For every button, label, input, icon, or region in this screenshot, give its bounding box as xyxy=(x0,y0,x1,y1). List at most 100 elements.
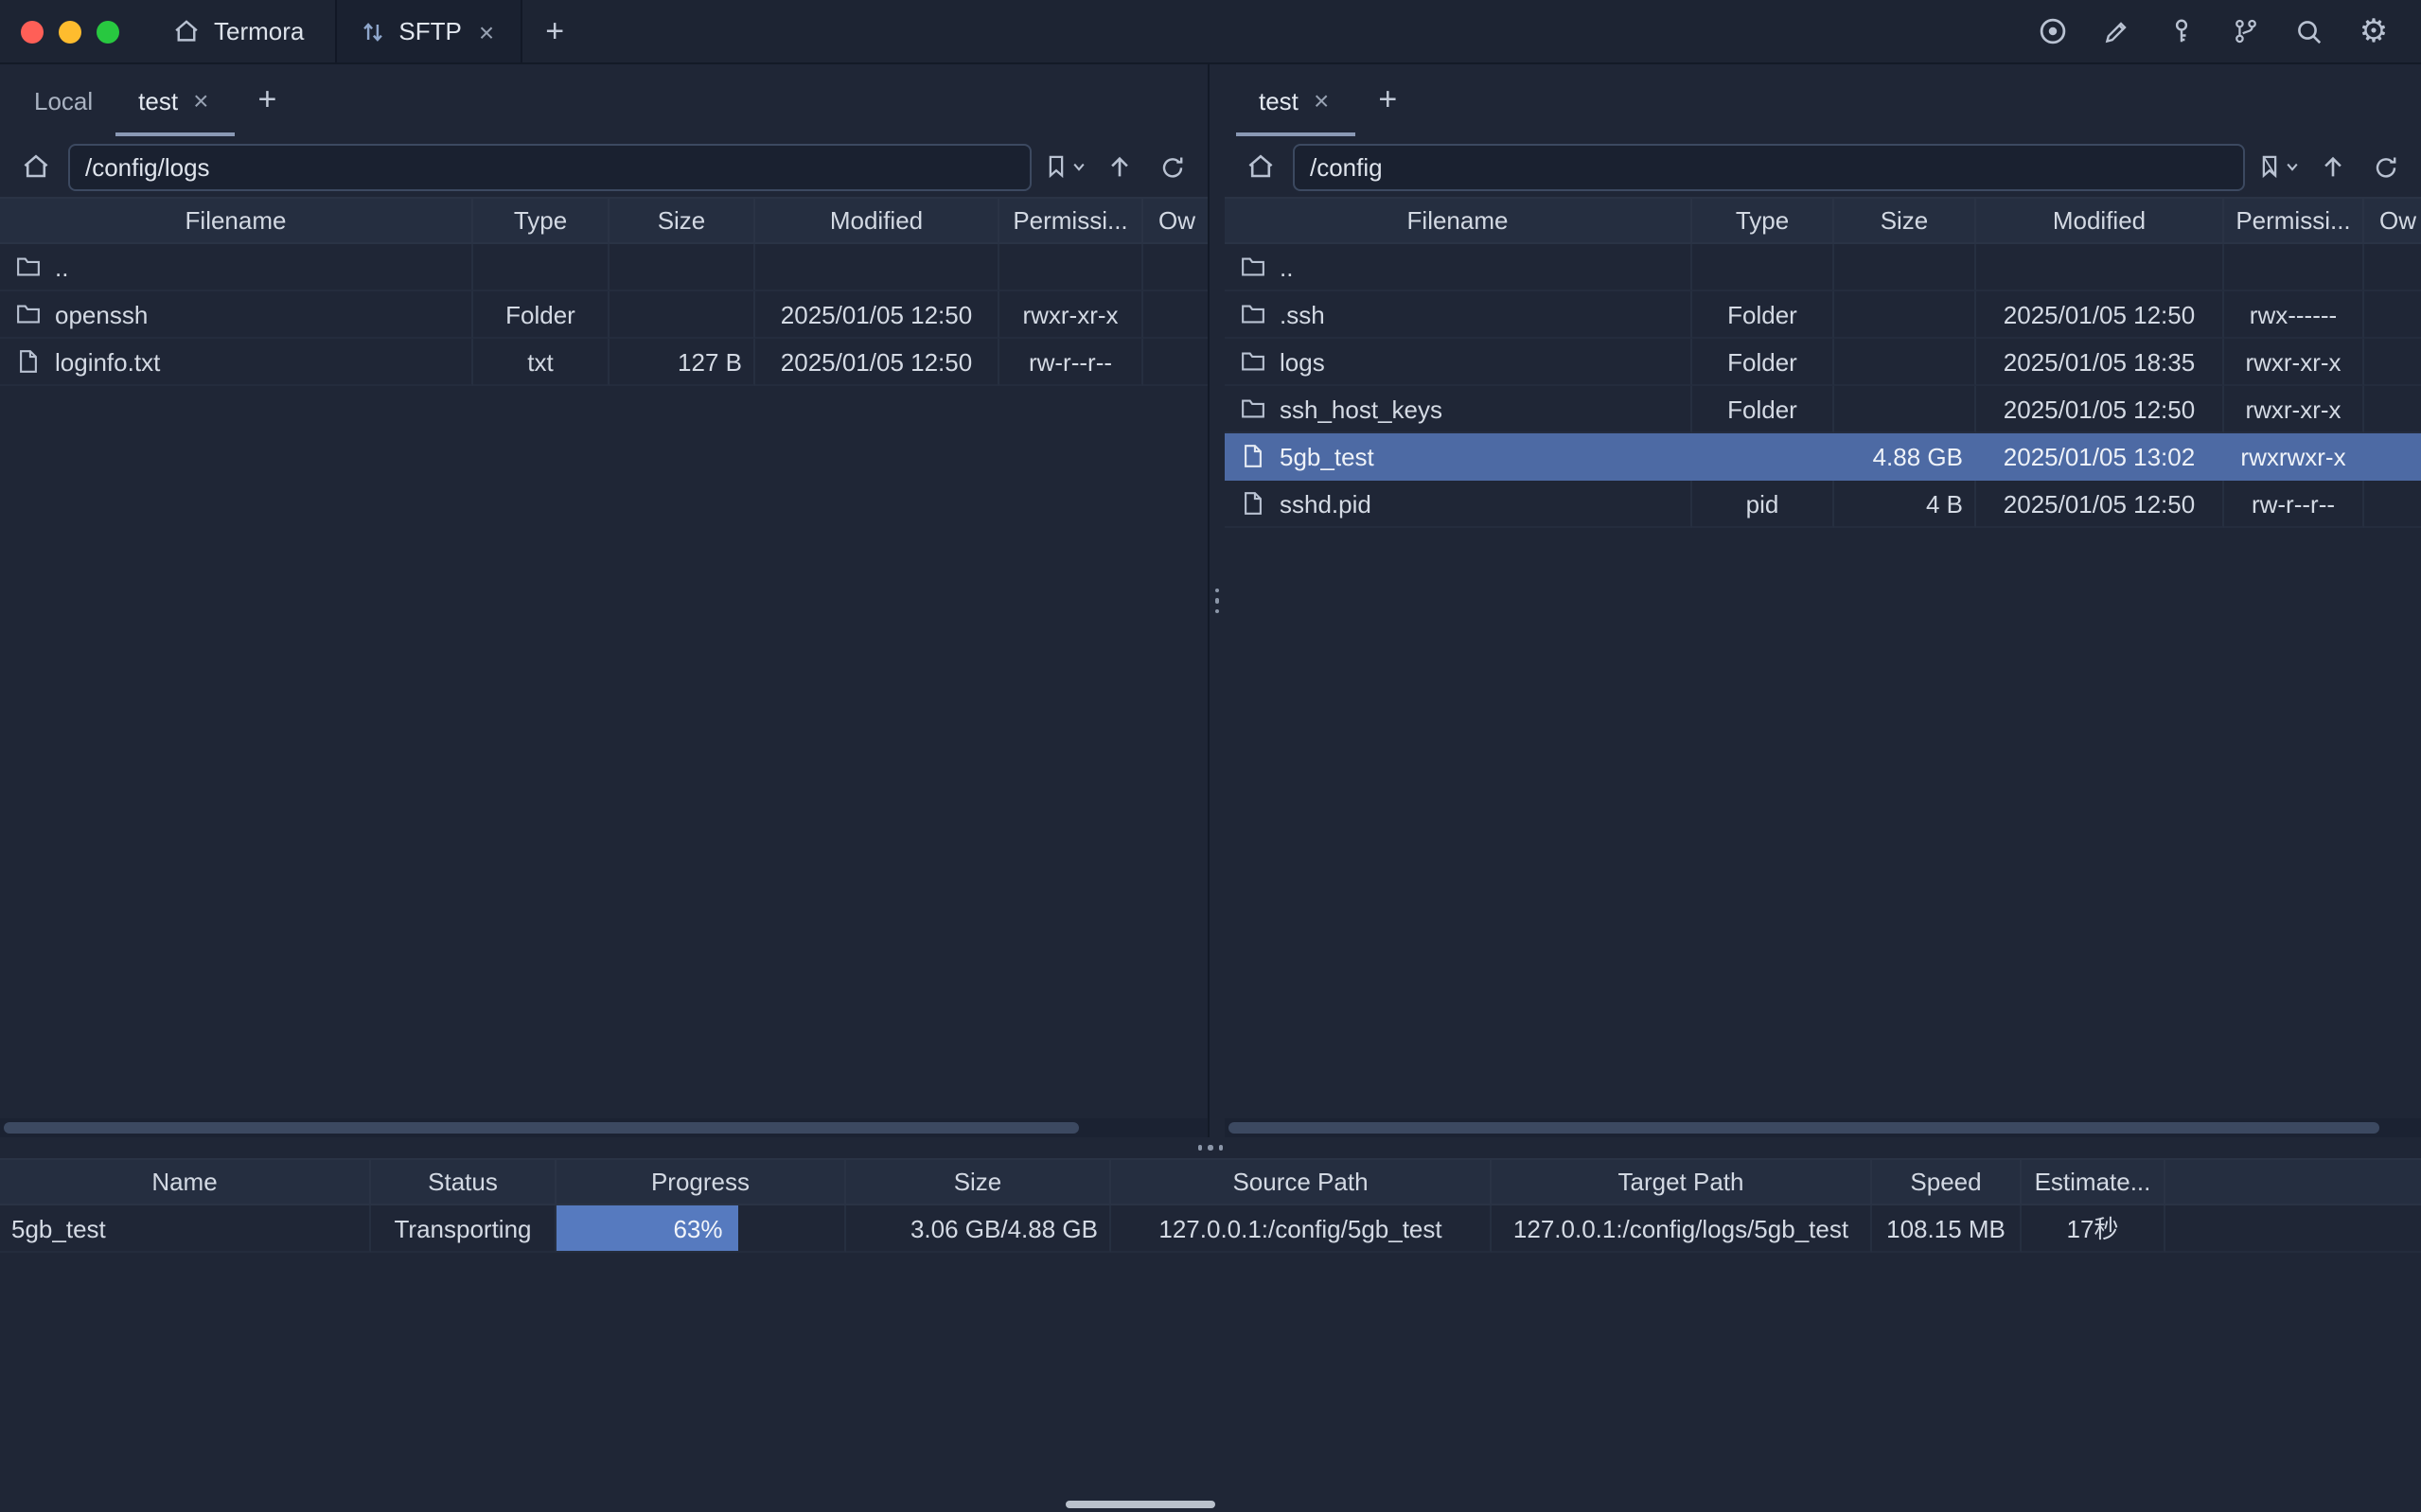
transfer-target-path: 127.0.0.1:/config/logs/5gb_test xyxy=(1492,1205,1872,1253)
column-header-owner[interactable]: Ow xyxy=(1143,197,1208,244)
table-row[interactable]: sshd.pid pid 4 B 2025/01/05 12:50 rw-r--… xyxy=(1225,481,2421,528)
column-header-target-path[interactable]: Target Path xyxy=(1492,1158,1872,1205)
tab-test-left[interactable]: test × xyxy=(115,64,235,136)
zoom-window-button[interactable] xyxy=(97,20,119,43)
progress-fill: 63% xyxy=(557,1205,738,1251)
folder-icon xyxy=(15,301,42,327)
home-button[interactable] xyxy=(15,146,57,187)
table-row[interactable]: .. xyxy=(1225,244,2421,291)
local-pane-tabs: Local test × + xyxy=(0,64,1208,136)
tab-local[interactable]: Local xyxy=(11,64,115,136)
new-tab-button[interactable]: + xyxy=(522,0,587,62)
parent-directory-button[interactable] xyxy=(1098,146,1140,187)
table-row[interactable]: .ssh Folder 2025/01/05 12:50 rwx------ xyxy=(1225,291,2421,339)
table-row[interactable]: loginfo.txt txt 127 B 2025/01/05 12:50 r… xyxy=(0,339,1208,386)
column-header-speed[interactable]: Speed xyxy=(1872,1158,2022,1205)
column-header-source-path[interactable]: Source Path xyxy=(1111,1158,1492,1205)
local-pane: Local test × + xyxy=(0,64,1208,1137)
column-header-modified[interactable]: Modified xyxy=(755,197,999,244)
bookmark-icon xyxy=(2256,153,2283,180)
scrollbar-thumb[interactable] xyxy=(4,1122,1079,1134)
column-header-name[interactable]: Name xyxy=(0,1158,371,1205)
remote-path-row xyxy=(1225,136,2421,197)
titlebar: Termora SFTP × + ⚙ xyxy=(0,0,2421,64)
column-header-estimate[interactable]: Estimate... xyxy=(2022,1158,2165,1205)
transfer-row[interactable]: 5gb_test Transporting 63% 3.06 GB/4.88 G… xyxy=(0,1205,2421,1253)
transfers-splitter[interactable] xyxy=(0,1137,2421,1158)
tab-local-label: Local xyxy=(34,86,93,114)
remote-path-input[interactable] xyxy=(1293,143,2245,190)
edit-icon[interactable] xyxy=(2099,14,2133,48)
remote-pane: test × + xyxy=(1225,64,2421,1137)
horizontal-scrollbar xyxy=(0,1118,1208,1137)
tab-termora[interactable]: Termora xyxy=(142,0,334,62)
column-header-filename[interactable]: Filename xyxy=(1225,197,1692,244)
column-header-type[interactable]: Type xyxy=(473,197,610,244)
column-header-type[interactable]: Type xyxy=(1692,197,1834,244)
table-row[interactable]: .. xyxy=(0,244,1208,291)
bookmark-icon xyxy=(1043,153,1069,180)
bookmark-button[interactable] xyxy=(1043,153,1087,180)
app-tab-label: Termora xyxy=(214,17,304,45)
transfer-progress-bar: 63% xyxy=(557,1205,846,1253)
transfer-estimate: 17秒 xyxy=(2022,1205,2165,1253)
table-row[interactable]: ssh_host_keys Folder 2025/01/05 12:50 rw… xyxy=(1225,386,2421,433)
termora-window: Termora SFTP × + ⚙ xyxy=(0,0,2421,1512)
filename: loginfo.txt xyxy=(55,339,160,385)
transfer-speed: 108.15 MB xyxy=(1872,1205,2022,1253)
local-path-input[interactable] xyxy=(68,143,1032,190)
column-header-status[interactable]: Status xyxy=(371,1158,557,1205)
filename: openssh xyxy=(55,291,148,338)
splitter-handle-icon xyxy=(1215,589,1220,614)
file-icon xyxy=(1240,490,1266,517)
column-header-permissions[interactable]: Permissi... xyxy=(999,197,1143,244)
parent-directory-button[interactable] xyxy=(2311,146,2353,187)
filename: .. xyxy=(1280,244,1293,290)
tab-sftp[interactable]: SFTP × xyxy=(334,0,522,62)
add-tab-button[interactable]: + xyxy=(235,64,299,136)
filename: 5gb_test xyxy=(1280,433,1374,480)
transfer-status: Transporting xyxy=(371,1205,557,1253)
tab-test-right-label: test xyxy=(1259,86,1299,114)
folder-icon xyxy=(15,254,42,280)
folder-icon xyxy=(1240,254,1266,280)
minimize-window-button[interactable] xyxy=(59,20,81,43)
scrollbar-thumb[interactable] xyxy=(1228,1122,2379,1134)
transfer-size: 3.06 GB/4.88 GB xyxy=(846,1205,1111,1253)
chevron-down-icon xyxy=(2285,159,2300,174)
folder-icon xyxy=(1240,301,1266,327)
local-file-table: Filename Type Size Modified Permissi... … xyxy=(0,197,1208,1118)
settings-icon[interactable]: ⚙ xyxy=(2357,14,2391,48)
table-row[interactable]: openssh Folder 2025/01/05 12:50 rwxr-xr-… xyxy=(0,291,1208,339)
transfer-source-path: 127.0.0.1:/config/5gb_test xyxy=(1111,1205,1492,1253)
tab-test-right[interactable]: test × xyxy=(1236,64,1355,136)
refresh-button[interactable] xyxy=(1151,146,1193,187)
column-header-owner[interactable]: Ow xyxy=(2364,197,2421,244)
record-icon[interactable] xyxy=(2035,14,2069,48)
branch-icon[interactable] xyxy=(2228,14,2262,48)
add-tab-button[interactable]: + xyxy=(1355,64,1420,136)
remote-pane-tabs: test × + xyxy=(1225,64,2421,136)
home-button[interactable] xyxy=(1240,146,1281,187)
column-header-modified[interactable]: Modified xyxy=(1976,197,2224,244)
column-header-size[interactable]: Size xyxy=(846,1158,1111,1205)
close-window-button[interactable] xyxy=(21,20,44,43)
key-icon[interactable] xyxy=(2164,14,2198,48)
column-header-size[interactable]: Size xyxy=(610,197,755,244)
column-header-filename[interactable]: Filename xyxy=(0,197,473,244)
search-icon[interactable] xyxy=(2292,14,2326,48)
refresh-button[interactable] xyxy=(2364,146,2406,187)
horizontal-scrollbar xyxy=(1225,1118,2421,1137)
close-tab-icon[interactable]: × xyxy=(1310,85,1333,115)
close-tab-icon[interactable]: × xyxy=(189,85,212,115)
table-row[interactable]: logs Folder 2025/01/05 18:35 rwxr-xr-x xyxy=(1225,339,2421,386)
bottom-scrollbar[interactable] xyxy=(1066,1501,1215,1508)
home-icon xyxy=(172,17,201,45)
bookmark-button[interactable] xyxy=(2256,153,2300,180)
column-header-progress[interactable]: Progress xyxy=(557,1158,846,1205)
table-row-selected[interactable]: 5gb_test 4.88 GB 2025/01/05 13:02 rwxrwx… xyxy=(1225,433,2421,481)
pane-splitter[interactable] xyxy=(1208,64,1225,1137)
close-tab-icon[interactable]: × xyxy=(475,16,498,46)
column-header-permissions[interactable]: Permissi... xyxy=(2224,197,2364,244)
column-header-size[interactable]: Size xyxy=(1834,197,1976,244)
